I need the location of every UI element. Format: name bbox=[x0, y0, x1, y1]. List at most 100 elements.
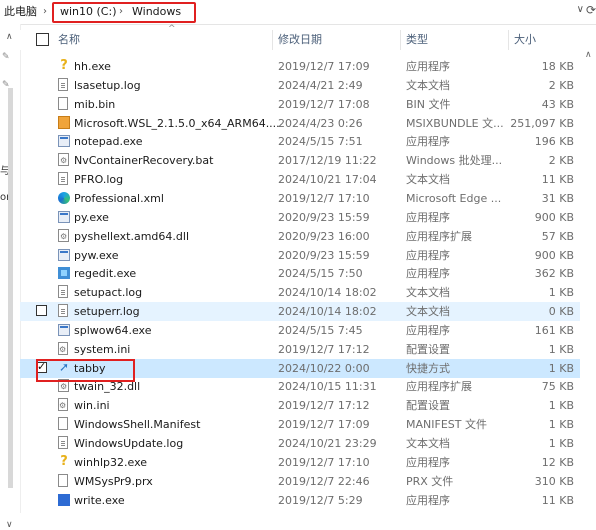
file-date: 2024/10/22 0:00 bbox=[278, 361, 370, 375]
scroll-up-arrow-icon[interactable]: ∧ bbox=[585, 50, 592, 60]
file-date: 2020/9/23 16:00 bbox=[278, 229, 370, 243]
file-type: 配置设置 bbox=[406, 342, 450, 356]
scroll-up-arrow-icon[interactable]: ∧ bbox=[6, 32, 13, 42]
chevron-down-icon[interactable]: ∨ bbox=[577, 4, 584, 15]
refresh-icon[interactable]: ⟳ bbox=[586, 3, 596, 17]
file-row[interactable]: setuperr.log 2024/10/14 18:02 文本文档 0 KB bbox=[20, 302, 580, 322]
file-size: 1 KB bbox=[548, 286, 574, 300]
file-type: 应用程序 bbox=[406, 210, 450, 224]
file-type: 应用程序 bbox=[406, 248, 450, 262]
batch-file-icon bbox=[58, 153, 70, 168]
dll-icon bbox=[58, 228, 70, 244]
file-row[interactable]: PFRO.log 2024/10/21 17:04 文本文档 11 KB bbox=[20, 170, 580, 189]
file-row[interactable]: py.exe 2020/9/23 15:59 应用程序 900 KB bbox=[20, 208, 580, 227]
file-size: 43 KB bbox=[541, 97, 574, 111]
file-type: 文本文档 bbox=[406, 286, 450, 300]
column-divider[interactable] bbox=[400, 30, 401, 50]
file-type: MANIFEST 文件 bbox=[406, 418, 487, 432]
file-size: 900 KB bbox=[534, 248, 574, 262]
column-type[interactable]: 类型 bbox=[406, 33, 428, 47]
text-file-icon bbox=[58, 77, 70, 93]
file-size: 2 KB bbox=[548, 154, 574, 168]
file-type: 应用程序 bbox=[406, 323, 450, 337]
file-row[interactable]: mib.bin 2019/12/7 17:08 BIN 文件 43 KB bbox=[20, 95, 580, 114]
column-divider[interactable] bbox=[272, 30, 273, 50]
wordpad-icon bbox=[58, 493, 70, 508]
file-icon bbox=[58, 417, 70, 432]
file-name: splwow64.exe bbox=[74, 323, 152, 337]
file-row[interactable]: splwow64.exe 2024/5/15 7:45 应用程序 161 KB bbox=[20, 321, 580, 340]
file-row[interactable]: Microsoft.WSL_2.1.5.0_x64_ARM64.... 2024/… bbox=[20, 114, 580, 133]
python-icon bbox=[58, 210, 70, 225]
file-date: 2019/12/7 17:10 bbox=[278, 191, 370, 205]
file-size: 1 KB bbox=[548, 418, 574, 432]
file-type: 应用程序 bbox=[406, 135, 450, 149]
help-exe-icon: ? bbox=[60, 58, 68, 73]
file-name: mib.bin bbox=[74, 97, 116, 111]
file-date: 2019/12/7 17:09 bbox=[278, 60, 370, 73]
file-date: 2024/10/21 23:29 bbox=[278, 437, 377, 450]
selection-highlight-box bbox=[36, 359, 135, 382]
vertical-scrollbar[interactable]: ∧ bbox=[582, 50, 596, 513]
file-type: Windows 批处理... bbox=[406, 154, 503, 168]
column-date[interactable]: 修改日期 bbox=[278, 33, 322, 47]
file-date: 2019/12/7 17:09 bbox=[278, 418, 370, 432]
file-row[interactable]: setupact.log 2024/10/14 18:02 文本文档 1 KB bbox=[20, 283, 580, 302]
file-type: 应用程序 bbox=[406, 60, 450, 73]
row-checkbox[interactable] bbox=[36, 305, 47, 317]
file-row[interactable]: WMSysPr9.prx 2019/12/7 22:46 PRX 文件 310 KB bbox=[20, 472, 580, 491]
column-name[interactable]: 名称 bbox=[58, 33, 80, 47]
file-date: 2019/12/7 17:12 bbox=[278, 342, 370, 356]
file-row[interactable]: lsasetup.log 2024/4/21 2:49 文本文档 2 KB bbox=[20, 76, 580, 95]
file-size: 900 KB bbox=[534, 210, 574, 224]
file-row[interactable]: NvContainerRecovery.bat 2017/12/19 11:22 W… bbox=[20, 151, 580, 170]
file-row[interactable]: Professional.xml 2019/12/7 17:10 Microsoft… bbox=[20, 189, 580, 208]
chevron-right-icon[interactable]: › bbox=[40, 4, 50, 20]
file-icon bbox=[58, 96, 70, 112]
file-name: regedit.exe bbox=[74, 267, 137, 281]
file-row[interactable]: write.exe 2019/12/7 5:29 应用程序 11 KB bbox=[20, 491, 580, 510]
file-row[interactable]: WindowsShell.Manifest 2019/12/7 17:09 MANI… bbox=[20, 415, 580, 434]
file-row[interactable]: ? hh.exe 2019/12/7 17:09 应用程序 18 KB bbox=[20, 57, 580, 76]
file-size: 1 KB bbox=[548, 437, 574, 450]
file-row[interactable]: pyshellext.amd64.dll 2020/9/23 16:00 应用程序扩… bbox=[20, 227, 580, 246]
file-date: 2019/12/7 17:12 bbox=[278, 399, 370, 413]
file-size: 11 KB bbox=[541, 173, 574, 187]
column-divider[interactable] bbox=[508, 30, 509, 50]
file-row[interactable]: pyw.exe 2020/9/23 15:59 应用程序 900 KB bbox=[20, 246, 580, 265]
file-name: write.exe bbox=[74, 493, 125, 507]
file-name: system.ini bbox=[74, 342, 131, 356]
file-row[interactable]: win.ini 2019/12/7 17:12 配置设置 1 KB bbox=[20, 396, 580, 415]
file-row[interactable]: WindowsUpdate.log 2024/10/21 23:29 文本文档 1 K… bbox=[20, 434, 580, 453]
file-size: 161 KB bbox=[534, 323, 574, 337]
file-type: 应用程序 bbox=[406, 455, 450, 469]
file-row[interactable]: system.ini 2019/12/7 17:12 配置设置 1 KB bbox=[20, 340, 580, 359]
scroll-down-arrow-icon[interactable]: ∨ bbox=[6, 520, 13, 530]
file-type: 应用程序扩展 bbox=[406, 380, 472, 394]
file-size: 57 KB bbox=[541, 229, 574, 243]
file-size: 362 KB bbox=[534, 267, 574, 281]
file-name: WindowsUpdate.log bbox=[74, 437, 184, 450]
file-date: 2024/5/15 7:50 bbox=[278, 267, 363, 281]
file-date: 2019/12/7 22:46 bbox=[278, 474, 370, 488]
breadcrumb-this-pc[interactable]: 此电脑 bbox=[4, 4, 37, 20]
file-name: WindowsShell.Manifest bbox=[74, 418, 201, 432]
app-icon bbox=[58, 134, 70, 149]
navigation-pane[interactable]: ∧ ✎ ✎ 与 on ∨ bbox=[0, 24, 21, 530]
file-type: Microsoft Edge ... bbox=[406, 191, 502, 205]
file-name: pyshellext.amd64.dll bbox=[74, 229, 189, 243]
address-bar[interactable]: 此电脑 › win10 (C:) › Windows ∨ ⟳ bbox=[0, 0, 596, 25]
file-row[interactable]: ? winhlp32.exe 2019/12/7 17:10 应用程序 12 KB bbox=[20, 453, 580, 472]
file-name: Microsoft.WSL_2.1.5.0_x64_ARM64.... bbox=[74, 116, 280, 130]
text-file-icon bbox=[58, 285, 70, 300]
file-name: winhlp32.exe bbox=[74, 455, 148, 469]
file-row[interactable]: regedit.exe 2024/5/15 7:50 应用程序 362 KB bbox=[20, 264, 580, 283]
text-file-icon bbox=[58, 436, 70, 451]
file-row[interactable]: notepad.exe 2024/5/15 7:51 应用程序 196 KB bbox=[20, 132, 580, 151]
file-name: Professional.xml bbox=[74, 191, 164, 205]
file-name: win.ini bbox=[74, 399, 110, 413]
file-date: 2024/4/21 2:49 bbox=[278, 78, 363, 92]
column-size[interactable]: 大小 bbox=[514, 33, 536, 47]
nav-scrollbar-thumb[interactable] bbox=[8, 88, 13, 488]
select-all-checkbox[interactable] bbox=[36, 33, 49, 46]
